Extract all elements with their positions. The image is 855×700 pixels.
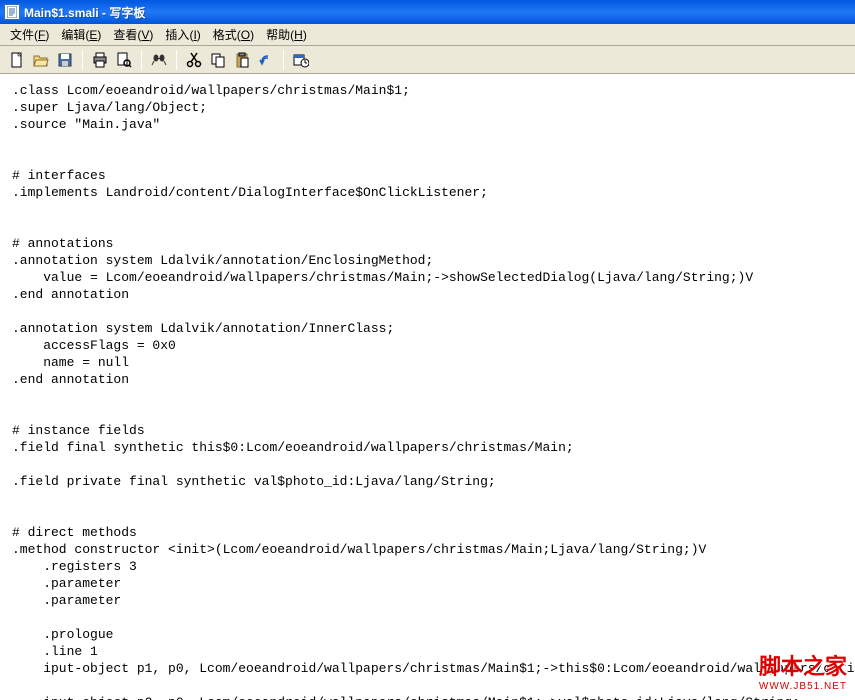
toolbar-separator bbox=[82, 50, 83, 70]
print-button[interactable] bbox=[89, 49, 111, 71]
app-icon bbox=[4, 4, 20, 20]
print-preview-button[interactable] bbox=[113, 49, 135, 71]
paste-button[interactable] bbox=[231, 49, 253, 71]
save-button[interactable] bbox=[54, 49, 76, 71]
undo-button[interactable] bbox=[255, 49, 277, 71]
open-button[interactable] bbox=[30, 49, 52, 71]
cut-button[interactable] bbox=[183, 49, 205, 71]
document-content[interactable]: .class Lcom/eoeandroid/wallpapers/christ… bbox=[0, 74, 855, 700]
menu-insert[interactable]: 插入(I) bbox=[159, 24, 206, 45]
find-button[interactable] bbox=[148, 49, 170, 71]
menubar: 文件(F) 编辑(E) 查看(V) 插入(I) 格式(O) 帮助(H) bbox=[0, 24, 855, 46]
menu-view[interactable]: 查看(V) bbox=[107, 24, 159, 45]
toolbar bbox=[0, 46, 855, 74]
copy-button[interactable] bbox=[207, 49, 229, 71]
menu-file[interactable]: 文件(F) bbox=[4, 24, 55, 45]
toolbar-separator bbox=[141, 50, 142, 70]
window-title: Main$1.smali - 写字板 bbox=[24, 4, 145, 21]
new-button[interactable] bbox=[6, 49, 28, 71]
datetime-button[interactable] bbox=[290, 49, 312, 71]
toolbar-separator bbox=[176, 50, 177, 70]
menu-edit[interactable]: 编辑(E) bbox=[55, 24, 107, 45]
window-titlebar: Main$1.smali - 写字板 bbox=[0, 0, 855, 24]
menu-format[interactable]: 格式(O) bbox=[207, 24, 260, 45]
toolbar-separator bbox=[283, 50, 284, 70]
menu-help[interactable]: 帮助(H) bbox=[260, 24, 313, 45]
